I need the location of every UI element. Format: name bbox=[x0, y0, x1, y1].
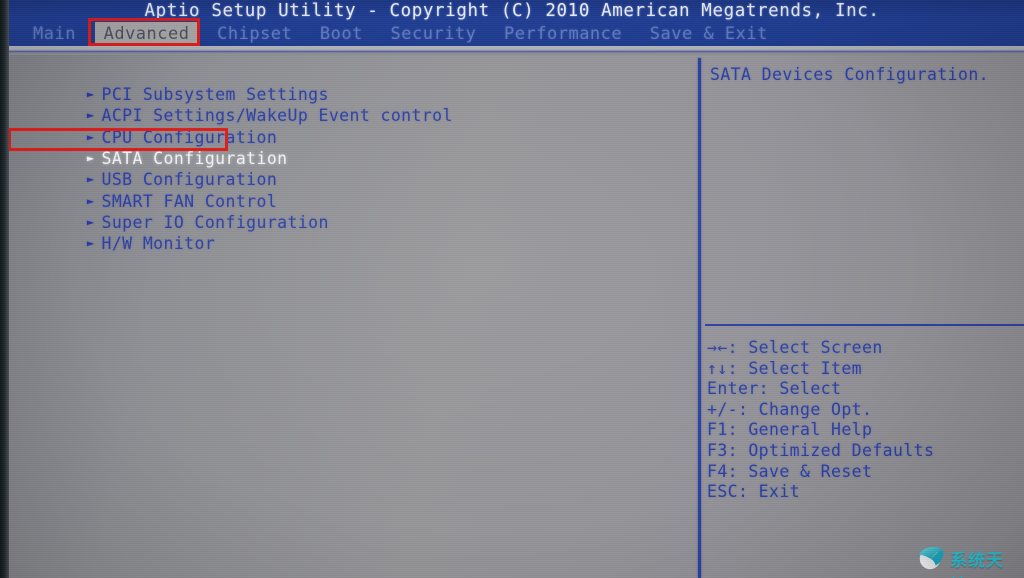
key-legend-general-help: F1: General Help bbox=[707, 420, 873, 440]
menu-item-cpu-configuration[interactable]: ► CPU Configuration bbox=[0, 105, 690, 147]
help-separator bbox=[705, 324, 1024, 326]
monitor-bezel-edge bbox=[0, 0, 9, 578]
key-legend-esc-exit: ESC: Exit bbox=[707, 482, 801, 502]
key-legend-change-opt: +/-: Change Opt. bbox=[707, 399, 873, 419]
panel-divider bbox=[698, 58, 701, 578]
key-legend-list: →←: Select Screen ↑↓: Select Item Enter:… bbox=[707, 338, 1024, 503]
advanced-menu-list[interactable]: ► PCI Subsystem Settings ► ACPI Settings/W… bbox=[0, 62, 690, 253]
submenu-arrow-icon: ► bbox=[86, 236, 95, 251]
tab-chipset[interactable]: Chipset bbox=[208, 22, 301, 46]
menu-item-usb-configuration[interactable]: ► USB Configuration bbox=[0, 147, 690, 189]
key-legend-enter-select: Enter: Select bbox=[707, 379, 842, 399]
watermark-text: 系统天地 bbox=[950, 551, 1004, 578]
tab-advanced[interactable]: Advanced bbox=[94, 22, 199, 46]
menu-item-super-io-configuration[interactable]: ► Super IO Configuration bbox=[0, 190, 690, 232]
content-area: ► PCI Subsystem Settings ► ACPI Settings/W… bbox=[0, 55, 1024, 578]
help-description: SATA Devices Configuration. bbox=[710, 65, 990, 84]
watermark-logo-icon bbox=[918, 546, 944, 570]
tab-main[interactable]: Main bbox=[24, 22, 85, 46]
key-legend-select-item: ↑↓: Select Item bbox=[707, 358, 863, 378]
key-legend-optimized-defaults: F3: Optimized Defaults bbox=[707, 440, 935, 460]
key-legend-select-screen: →←: Select Screen bbox=[707, 338, 883, 357]
tab-security[interactable]: Security bbox=[382, 22, 486, 46]
tab-save-and-exit[interactable]: Save & Exit bbox=[641, 22, 777, 46]
menu-tab-bar[interactable]: Main Advanced Chipset Boot Security Perf… bbox=[0, 22, 1024, 46]
page-title: Aptio Setup Utility - Copyright (C) 2010… bbox=[144, 1, 880, 21]
menu-item-smart-fan-control[interactable]: ► SMART FAN Control bbox=[0, 168, 690, 211]
menu-item-acpi-settings-wakeup-event-control[interactable]: ► ACPI Settings/WakeUp Event control bbox=[0, 83, 690, 125]
menu-item-pci-subsystem-settings[interactable]: ► PCI Subsystem Settings bbox=[0, 62, 690, 104]
header-bar: Aptio Setup Utility - Copyright (C) 2010… bbox=[0, 0, 1024, 46]
tab-performance[interactable]: Performance bbox=[495, 22, 631, 46]
tab-boot[interactable]: Boot bbox=[311, 22, 372, 46]
bios-setup-screen: Aptio Setup Utility - Copyright (C) 2010… bbox=[0, 0, 1024, 578]
menu-item-label: H/W Monitor bbox=[101, 234, 216, 254]
watermark: 系统天地 bbox=[916, 540, 1020, 578]
menu-item-hw-monitor[interactable]: ► H/W Monitor bbox=[0, 211, 690, 253]
menu-item-sata-configuration[interactable]: ► SATA Configuration bbox=[0, 126, 690, 168]
header-bevel-band bbox=[0, 46, 1024, 55]
key-legend-save-and-reset: F4: Save & Reset bbox=[707, 461, 873, 481]
